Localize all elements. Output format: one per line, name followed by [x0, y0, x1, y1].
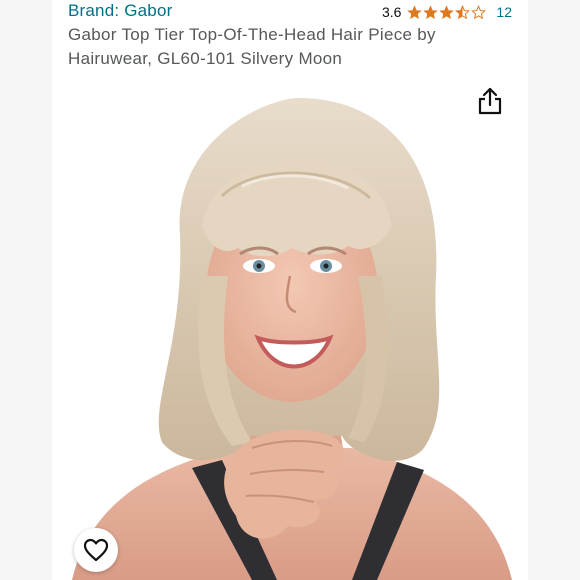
star-rating: [407, 4, 487, 20]
product-card: Brand: Gabor 3.6 12 Gabor Top Tier Top-O…: [52, 0, 528, 580]
rating-summary[interactable]: 3.6 12: [382, 2, 512, 22]
favorite-button[interactable]: [74, 528, 118, 572]
star-full-icon: [439, 4, 455, 19]
star-full-icon: [407, 4, 423, 19]
product-title: Gabor Top Tier Top-Of-The-Head Hair Piec…: [68, 25, 436, 68]
product-image[interactable]: [52, 76, 528, 580]
share-button[interactable]: [476, 86, 504, 116]
star-full-icon: [423, 4, 439, 19]
heart-icon: [83, 538, 109, 562]
rating-count-link[interactable]: 12: [496, 2, 512, 22]
brand-link[interactable]: Brand: Gabor: [68, 0, 172, 22]
right-margin: [528, 0, 580, 580]
left-margin: [0, 0, 52, 580]
star-empty-icon: [471, 4, 487, 19]
rating-value: 3.6: [381, 4, 402, 20]
share-icon: [478, 87, 502, 115]
star-half-icon: [455, 4, 471, 19]
